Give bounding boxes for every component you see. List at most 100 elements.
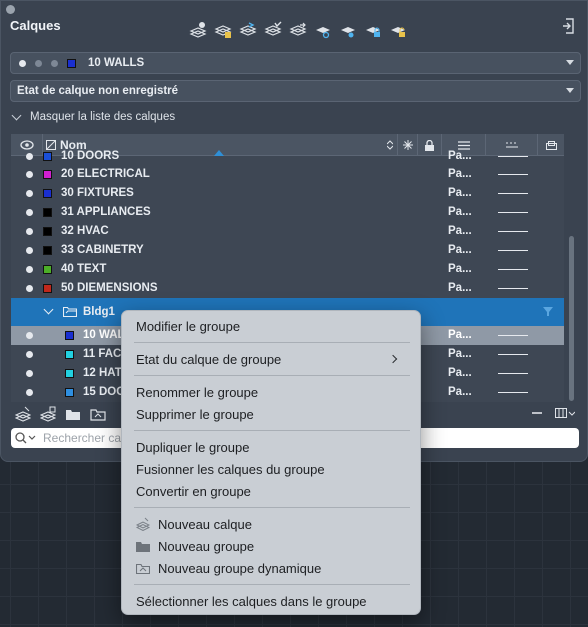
table-row[interactable]: 40 TEXT Pa...: [11, 260, 564, 279]
menu-item-label: Supprimer le groupe: [136, 406, 254, 422]
layer-isolate-icon[interactable]: [314, 21, 332, 39]
linetype-line[interactable]: [498, 212, 528, 213]
visibility-bullet[interactable]: [26, 351, 33, 358]
toggle-layer-list[interactable]: Masquer la liste des calques: [11, 110, 175, 123]
layer-lock-icon[interactable]: [364, 21, 382, 39]
visibility-bullet[interactable]: [26, 370, 33, 377]
layer-color-swatch[interactable]: [43, 189, 52, 198]
plot-style[interactable]: Pa...: [448, 367, 472, 379]
menu-item-new-layer[interactable]: Nouveau calque: [136, 514, 252, 534]
visibility-bullet[interactable]: [26, 228, 33, 235]
table-row[interactable]: 10 DOORS Pa...: [11, 147, 564, 166]
new-layer-frozen-icon[interactable]: [40, 406, 56, 422]
plot-style[interactable]: Pa...: [448, 206, 472, 218]
layer-color-swatch[interactable]: [65, 369, 74, 378]
linetype-line[interactable]: [498, 288, 528, 289]
visibility-bullet[interactable]: [26, 266, 33, 273]
linetype-line[interactable]: [498, 269, 528, 270]
plot-style[interactable]: Pa...: [448, 348, 472, 360]
visibility-bullet[interactable]: [26, 389, 33, 396]
layer-color-swatch[interactable]: [65, 350, 74, 359]
layer-match-icon[interactable]: [264, 21, 282, 39]
menu-item-convert-to-group[interactable]: Convertir en groupe: [136, 481, 251, 501]
menu-item-new-dynamic-group[interactable]: Nouveau groupe dynamique: [136, 558, 321, 578]
layer-states-icon[interactable]: [239, 21, 257, 39]
plot-style[interactable]: Pa...: [448, 150, 472, 162]
export-icon[interactable]: [562, 18, 576, 34]
menu-item-delete-group[interactable]: Supprimer le groupe: [136, 404, 254, 424]
layer-unlock-icon[interactable]: [389, 21, 407, 39]
table-row[interactable]: 33 CABINETRY Pa...: [11, 241, 564, 260]
new-layer-icon[interactable]: [15, 406, 31, 422]
table-row[interactable]: 31 APPLIANCES Pa...: [11, 203, 564, 222]
new-layer-vp-icon[interactable]: [214, 21, 232, 39]
visibility-bullet[interactable]: [26, 247, 33, 254]
table-row[interactable]: 32 HVAC Pa...: [11, 222, 564, 241]
plot-style[interactable]: Pa...: [448, 386, 472, 398]
table-row[interactable]: 30 FIXTURES Pa...: [11, 184, 564, 203]
linetype-line[interactable]: [498, 373, 528, 374]
layer-color-swatch[interactable]: [43, 246, 52, 255]
filter-icon[interactable]: [543, 307, 553, 316]
layer-state-dropdown[interactable]: Etat de calque non enregistré: [10, 80, 581, 102]
layer-state-value: Etat de calque non enregistré: [17, 85, 179, 97]
menu-item-new-group[interactable]: Nouveau groupe: [136, 536, 254, 556]
visibility-bullet[interactable]: [26, 332, 33, 339]
layer-name: 50 DIEMENSIONS: [61, 282, 158, 294]
visibility-bullet[interactable]: [26, 285, 33, 292]
layer-previous-icon[interactable]: [289, 21, 307, 39]
linetype-line[interactable]: [498, 174, 528, 175]
linetype-line[interactable]: [498, 156, 528, 157]
new-group-icon[interactable]: [65, 406, 81, 422]
layer-color-swatch[interactable]: [43, 208, 52, 217]
plot-style[interactable]: Pa...: [448, 225, 472, 237]
menu-separator: [134, 342, 410, 343]
plot-style[interactable]: Pa...: [448, 329, 472, 341]
layer-color-swatch[interactable]: [43, 265, 52, 274]
layer-color-swatch[interactable]: [43, 284, 52, 293]
visibility-bullet[interactable]: [26, 209, 33, 216]
menu-item-select-group-layers[interactable]: Sélectionner les calques dans le groupe: [136, 591, 367, 611]
visibility-bullet[interactable]: [26, 190, 33, 197]
current-layer-dropdown[interactable]: 10 WALLS: [10, 52, 581, 74]
plot-style[interactable]: Pa...: [448, 168, 472, 180]
new-dynamic-group-icon[interactable]: [90, 406, 106, 422]
layer-color-swatch[interactable]: [43, 227, 52, 236]
menu-item-modify-group[interactable]: Modifier le groupe: [136, 316, 240, 336]
menu-item-merge-group-layers[interactable]: Fusionner les calques du groupe: [136, 459, 325, 479]
layer-unisolate-icon[interactable]: [339, 21, 357, 39]
visibility-bullet[interactable]: [26, 153, 33, 160]
columns-menu-icon[interactable]: [555, 407, 575, 419]
table-scrollbar[interactable]: [569, 236, 574, 401]
menu-item-rename-group[interactable]: Renommer le groupe: [136, 382, 258, 402]
plot-style[interactable]: Pa...: [448, 282, 472, 294]
new-layer-icon[interactable]: [189, 21, 207, 39]
table-row[interactable]: 50 DIEMENSIONS Pa...: [11, 279, 564, 298]
layer-name: 32 HVAC: [61, 225, 109, 237]
linetype-line[interactable]: [498, 354, 528, 355]
linetype-line[interactable]: [498, 250, 528, 251]
layer-color-swatch[interactable]: [43, 170, 52, 179]
layer-color-swatch[interactable]: [43, 152, 52, 161]
table-row[interactable]: 20 ELECTRICAL Pa...: [11, 165, 564, 184]
chevron-down-icon[interactable]: [43, 304, 54, 315]
search-icon[interactable]: [15, 432, 37, 444]
delete-minus-icon[interactable]: [532, 407, 542, 419]
folder-icon: [136, 539, 150, 553]
layer-color-swatch[interactable]: [65, 331, 74, 340]
linetype-line[interactable]: [498, 392, 528, 393]
plot-style[interactable]: Pa...: [448, 244, 472, 256]
window-close-dot[interactable]: [6, 5, 15, 14]
linetype-line[interactable]: [498, 335, 528, 336]
linetype-line[interactable]: [498, 193, 528, 194]
plot-style[interactable]: Pa...: [448, 263, 472, 275]
menu-item-label: Modifier le groupe: [136, 318, 241, 334]
bottom-toolbar: [15, 406, 106, 422]
linetype-line[interactable]: [498, 231, 528, 232]
layer-color-swatch[interactable]: [65, 388, 74, 397]
new-layer-icon: [136, 517, 150, 531]
plot-style[interactable]: Pa...: [448, 187, 472, 199]
menu-item-duplicate-group[interactable]: Dupliquer le groupe: [136, 437, 249, 457]
visibility-bullet[interactable]: [26, 171, 33, 178]
menu-item-group-layer-state[interactable]: Etat du calque de groupe: [136, 349, 412, 369]
